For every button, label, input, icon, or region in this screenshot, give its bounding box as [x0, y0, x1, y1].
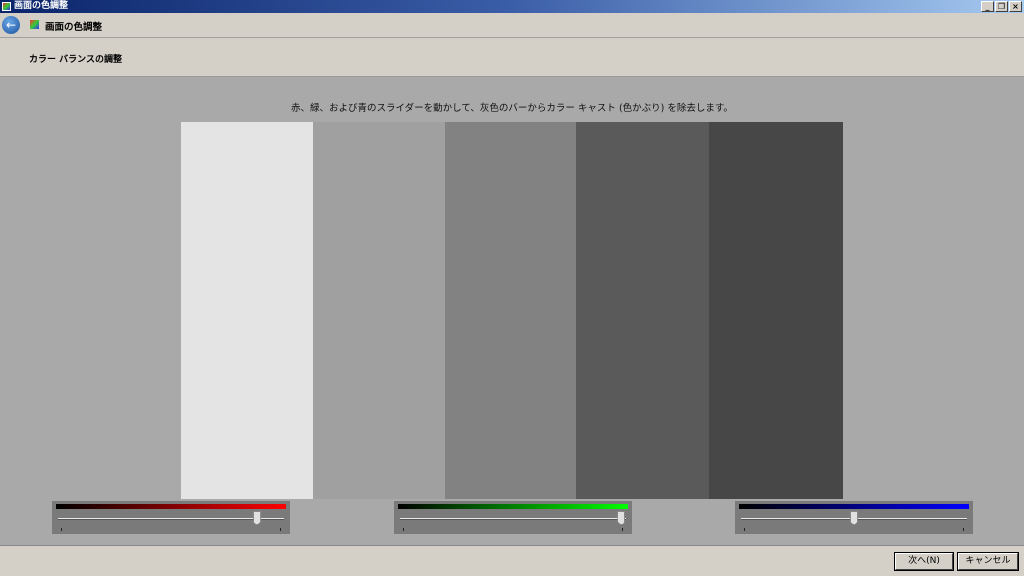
green-slider-track[interactable]: [400, 518, 626, 520]
minimize-button[interactable]: _: [981, 1, 994, 12]
blue-slider-thumb[interactable]: [850, 511, 858, 525]
red-slider-track[interactable]: [58, 518, 284, 520]
tick-mark: [744, 528, 745, 531]
page-header: カラー バランスの調整: [0, 39, 1024, 77]
display-color-icon: [30, 20, 39, 29]
back-button[interactable]: ←: [2, 16, 20, 34]
close-button[interactable]: ×: [1009, 1, 1022, 12]
tick-mark: [622, 528, 623, 531]
tick-mark: [61, 528, 62, 531]
gray-bar: [576, 122, 709, 499]
tick-mark: [403, 528, 404, 531]
red-slider-thumb[interactable]: [252, 511, 261, 525]
nav-title: 画面の色調整: [45, 22, 103, 33]
red-gradient: [56, 504, 286, 509]
page-title: カラー バランスの調整: [29, 55, 122, 65]
window-title: 画面の色調整: [14, 1, 69, 11]
gray-bar: [709, 122, 843, 499]
gray-bar: [181, 122, 313, 499]
gray-bar: [445, 122, 576, 499]
tick-mark: [963, 528, 964, 531]
title-bar: 画面の色調整 _ ❐ ×: [0, 0, 1024, 13]
tick-mark: [280, 528, 281, 531]
instruction-text: 赤、緑、および青のスライダーを動かして、灰色のバーからカラー キャスト (色かぶ…: [291, 103, 733, 114]
green-gradient: [398, 504, 628, 509]
green-slider-panel: [394, 501, 632, 534]
green-slider-thumb[interactable]: [617, 511, 626, 525]
red-slider-panel: [52, 501, 290, 534]
gray-bar: [313, 122, 445, 499]
blue-gradient: [739, 504, 969, 509]
nav-bar: ← 画面の色調整: [0, 13, 1024, 38]
restore-button[interactable]: ❐: [995, 1, 1008, 12]
footer: 次へ(N) キャンセル: [0, 545, 1024, 576]
cancel-button[interactable]: キャンセル: [957, 552, 1019, 571]
app-icon: [2, 2, 11, 11]
blue-slider-panel: [735, 501, 973, 534]
next-button[interactable]: 次へ(N): [894, 552, 954, 571]
main-area: 赤、緑、および青のスライダーを動かして、灰色のバーからカラー キャスト (色かぶ…: [0, 77, 1024, 545]
